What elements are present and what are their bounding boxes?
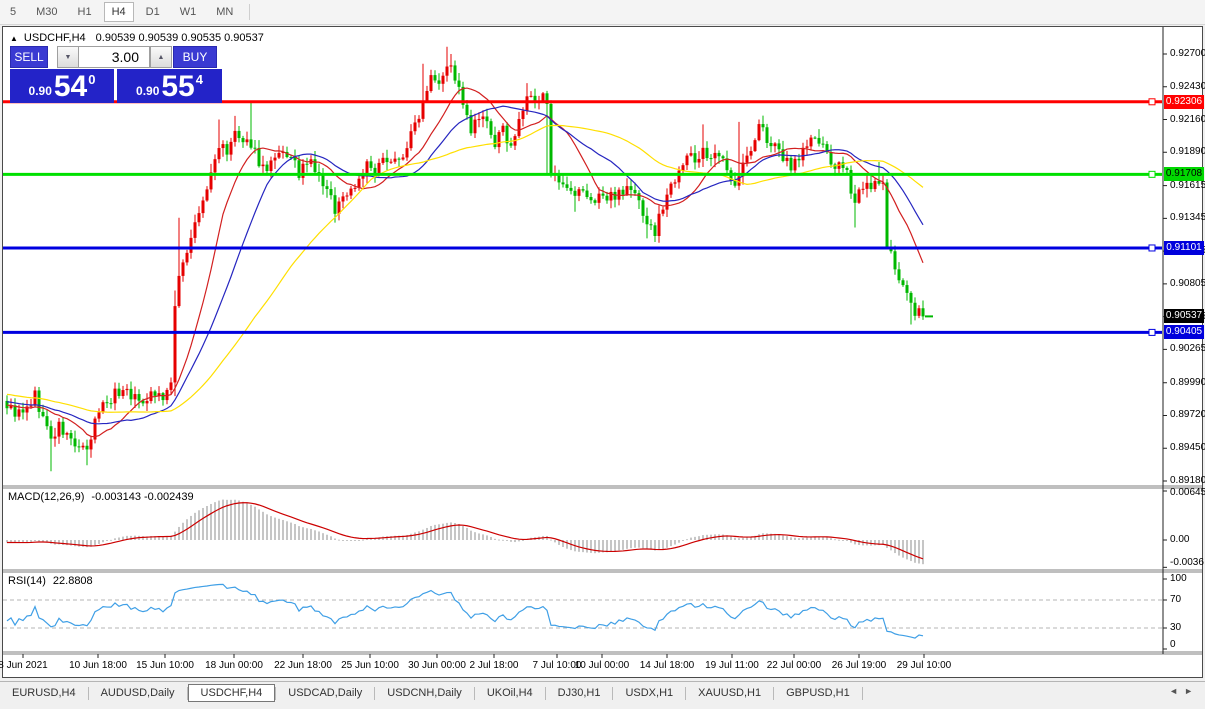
price-axis-label: 0.92160 (1170, 114, 1205, 125)
price-tag: 0.90537 (1164, 309, 1204, 323)
rsi-axis-label: 30 (1170, 622, 1181, 633)
rsi-axis-label: 100 (1170, 573, 1187, 584)
time-axis-label: 10 Jul 00:00 (575, 660, 630, 671)
price-tag: 0.92306 (1164, 95, 1204, 109)
arrow-down-icon: ▼ (65, 54, 72, 61)
line-anchor-handle[interactable] (1149, 329, 1155, 335)
price-axis-label: 0.89990 (1170, 377, 1205, 388)
chart-tab-gbpusd[interactable]: GBPUSD,H1 (774, 684, 862, 702)
chart-tab-eurusd[interactable]: EURUSD,H4 (0, 684, 88, 702)
arrow-up-icon: ▲ (158, 54, 165, 61)
chart-title: ▲ USDCHF,H4 0.90539 0.90539 0.90535 0.9053… (10, 32, 264, 44)
price-axis-label: 0.90265 (1170, 343, 1205, 354)
volume-decrease-button[interactable]: ▼ (57, 46, 79, 68)
price-axis-label: 0.89180 (1170, 475, 1205, 486)
time-axis-label: 8 Jun 2021 (0, 660, 48, 671)
sell-price-prefix: 0.90 (29, 84, 52, 98)
chart-window[interactable]: ▲ USDCHF,H4 0.90539 0.90539 0.90535 0.9053… (2, 26, 1203, 678)
time-axis-label: 22 Jun 18:00 (274, 660, 332, 671)
time-axis-label: 14 Jul 18:00 (640, 660, 695, 671)
timeframe-button-mn[interactable]: MN (208, 2, 241, 22)
chart-ohlc-quotes: 0.90539 0.90539 0.90535 0.90537 (96, 32, 264, 44)
rsi-axis-label: 0 (1170, 639, 1176, 650)
trading-terminal: 5M30H1H4D1W1MN ▲ USDCHF,H4 0.90539 0.90539… (0, 0, 1205, 709)
price-axis-label: 0.89720 (1170, 409, 1205, 420)
price-axis-label: 0.91890 (1170, 146, 1205, 157)
chart-tab-usdchf[interactable]: USDCHF,H4 (188, 684, 276, 702)
line-anchor-handle[interactable] (1149, 245, 1155, 251)
price-axis-label: 0.92430 (1170, 81, 1205, 92)
chart-tab-usdcad[interactable]: USDCAD,Daily (276, 684, 374, 702)
tab-scroll-arrows[interactable]: ◄► (1169, 686, 1199, 696)
price-axis-label: 0.91345 (1170, 212, 1205, 223)
trade-controls-row: SELL ▼ 3.00 ▲ BUY (10, 46, 222, 68)
sell-price-main: 54 (54, 73, 87, 101)
rsi-indicator-label: RSI(14) 22.8808 (8, 575, 93, 587)
tab-scroll-right-icon[interactable]: ► (1184, 686, 1199, 696)
rsi-value: 22.8808 (53, 575, 93, 587)
sell-button[interactable]: SELL (10, 46, 48, 68)
timeframe-button-d1[interactable]: D1 (138, 2, 168, 22)
rsi-name: RSI(14) (8, 575, 46, 587)
time-axis-label: 10 Jun 18:00 (69, 660, 127, 671)
time-axis-label: 29 Jul 10:00 (897, 660, 952, 671)
chart-background (3, 27, 1202, 677)
time-axis-label: 25 Jun 10:00 (341, 660, 399, 671)
buy-price-main: 55 (161, 73, 194, 101)
time-axis-label: 2 Jul 18:00 (470, 660, 519, 671)
macd-indicator-label: MACD(12,26,9) -0.003143 -0.002439 (8, 491, 194, 503)
tab-separator (862, 687, 863, 700)
rsi-axis-label: 70 (1170, 594, 1181, 605)
timeframe-button-w1[interactable]: W1 (172, 2, 205, 22)
chart-tab-xauusd[interactable]: XAUUSD,H1 (686, 684, 773, 702)
time-axis-label: 30 Jun 00:00 (408, 660, 466, 671)
timeframe-button-m30[interactable]: M30 (28, 2, 65, 22)
buy-price-pip: 4 (196, 72, 203, 87)
timeframe-toolbar: 5M30H1H4D1W1MN (0, 0, 1205, 25)
toolbar-separator (249, 4, 250, 20)
chart-tabs: EURUSD,H4AUDUSD,DailyUSDCHF,H4USDCAD,Dai… (0, 681, 1205, 704)
sell-price-pip: 0 (88, 72, 95, 87)
time-axis-label: 18 Jun 00:00 (205, 660, 263, 671)
time-axis-label: 19 Jul 11:00 (705, 660, 759, 671)
macd-values: -0.003143 -0.002439 (91, 491, 193, 503)
price-axis-label: 0.92700 (1170, 48, 1205, 59)
collapse-triangle-icon[interactable]: ▲ (10, 34, 18, 43)
time-axis-label: 26 Jul 19:00 (832, 660, 887, 671)
timeframe-button-h1[interactable]: H1 (70, 2, 100, 22)
time-axis-label: 15 Jun 10:00 (136, 660, 194, 671)
chart-tab-audusd[interactable]: AUDUSD,Daily (89, 684, 187, 702)
chart-tab-ukoil[interactable]: UKOil,H4 (475, 684, 545, 702)
price-tag: 0.91708 (1164, 167, 1204, 181)
macd-name: MACD(12,26,9) (8, 491, 84, 503)
time-axis-label: 22 Jul 00:00 (767, 660, 822, 671)
chart-symbol-label: USDCHF,H4 (24, 32, 86, 44)
price-tag: 0.91101 (1164, 241, 1204, 255)
volume-input[interactable]: 3.00 (78, 46, 150, 68)
macd-axis-label: 0.006455 (1170, 487, 1205, 498)
sell-price-box[interactable]: 0.90540 (10, 69, 114, 103)
chart-tab-usdx[interactable]: USDX,H1 (613, 684, 685, 702)
price-tag: 0.90405 (1164, 325, 1204, 339)
price-chart-canvas[interactable] (3, 27, 1202, 677)
tab-scroll-left-icon[interactable]: ◄ (1169, 686, 1184, 696)
line-anchor-handle[interactable] (1149, 99, 1155, 105)
one-click-trading-panel: SELL ▼ 3.00 ▲ BUY 0.90540 0.90554 (10, 44, 222, 104)
volume-increase-button[interactable]: ▲ (150, 46, 172, 68)
price-axis-label: 0.90805 (1170, 278, 1205, 289)
macd-axis-label: 0.00 (1170, 534, 1189, 545)
buy-price-box[interactable]: 0.90554 (117, 69, 222, 103)
chart-tab-usdcnh[interactable]: USDCNH,Daily (375, 684, 474, 702)
macd-axis-label: -0.0036 (1170, 557, 1204, 568)
buy-button[interactable]: BUY (173, 46, 217, 68)
buy-price-prefix: 0.90 (136, 84, 159, 98)
chart-tab-dj30[interactable]: DJ30,H1 (546, 684, 613, 702)
price-axis-label: 0.89450 (1170, 442, 1205, 453)
timeframe-button-5[interactable]: 5 (2, 2, 24, 22)
timeframe-button-h4[interactable]: H4 (104, 2, 134, 22)
line-anchor-handle[interactable] (1149, 171, 1155, 177)
